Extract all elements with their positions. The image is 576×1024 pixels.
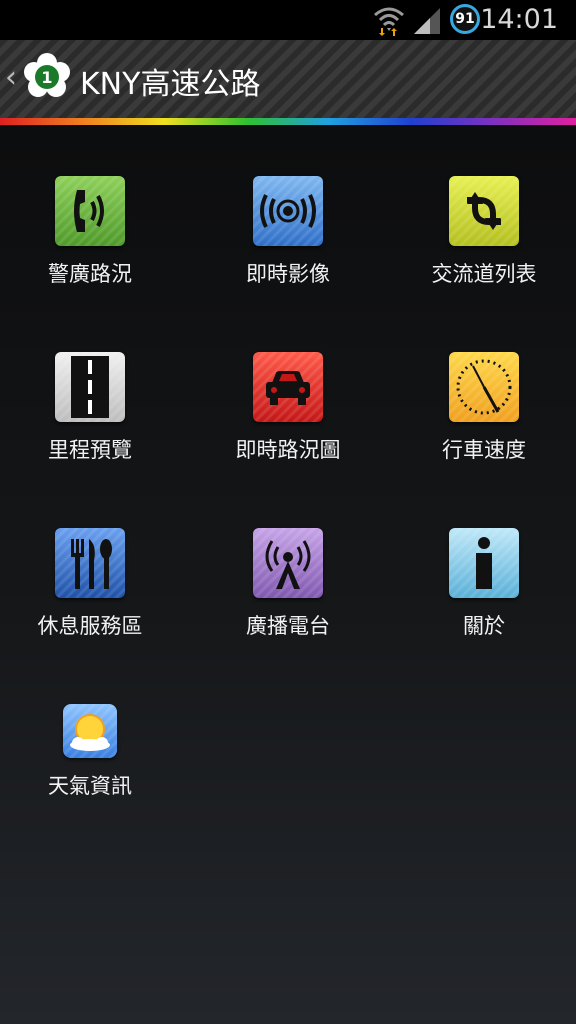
- menu-item-label: 即時路況圖: [235, 438, 341, 462]
- menu-item-label: 警廣路況: [48, 262, 132, 286]
- rainbow-divider: [0, 118, 576, 125]
- radio-tower-icon: [253, 528, 323, 598]
- menu-item-label: 廣播電台: [246, 614, 330, 638]
- wifi-icon: [374, 7, 404, 36]
- menu-item-label: 天氣資訊: [48, 774, 132, 798]
- menu-item-radio-station[interactable]: 廣播電台: [190, 528, 386, 678]
- menu-item-label: 關於: [463, 614, 505, 638]
- menu-item-weather[interactable]: 天氣資訊: [0, 704, 188, 854]
- menu-item-mileage-preview[interactable]: 里程預覽: [0, 352, 188, 502]
- menu-item-label: 休息服務區: [37, 614, 143, 638]
- info-icon: [449, 528, 519, 598]
- broadcast-waves-icon: [253, 176, 323, 246]
- menu-item-label: 里程預覽: [48, 438, 132, 462]
- page-title: KNY高速公路: [80, 67, 261, 102]
- logo-number: 1: [41, 68, 52, 87]
- weather-sun-cloud-icon: [63, 704, 117, 758]
- menu-item-live-video[interactable]: 即時影像: [190, 176, 386, 326]
- interchange-arrows-icon: [449, 176, 519, 246]
- menu-item-interchange-list[interactable]: 交流道列表: [386, 176, 576, 326]
- phone-icon: [55, 176, 125, 246]
- back-chevron-icon[interactable]: ‹: [5, 60, 17, 95]
- menu-item-about[interactable]: 關於: [386, 528, 576, 678]
- menu-item-driving-speed[interactable]: 行車速度: [386, 352, 576, 502]
- action-bar: ‹ 1 KNY高速公路: [0, 40, 576, 118]
- menu-item-label: 行車速度: [442, 438, 526, 462]
- fork-knife-spoon-icon: [55, 528, 125, 598]
- battery-level: 91: [455, 11, 475, 27]
- car-icon: [253, 352, 323, 422]
- menu-item-police-broadcast[interactable]: 警廣路況: [0, 176, 188, 326]
- speedometer-icon: [449, 352, 519, 422]
- road-icon: [55, 352, 125, 422]
- battery-icon: 91: [450, 4, 480, 34]
- menu-item-label: 即時影像: [246, 262, 330, 286]
- menu-item-live-traffic-map[interactable]: 即時路況圖: [190, 352, 386, 502]
- clock: 14:01: [480, 4, 558, 35]
- menu-item-label: 交流道列表: [431, 262, 537, 286]
- status-bar: 91 14:01: [0, 0, 576, 40]
- app-logo-icon[interactable]: 1: [22, 52, 72, 102]
- menu-item-rest-area[interactable]: 休息服務區: [0, 528, 188, 678]
- signal-icon: [414, 8, 440, 34]
